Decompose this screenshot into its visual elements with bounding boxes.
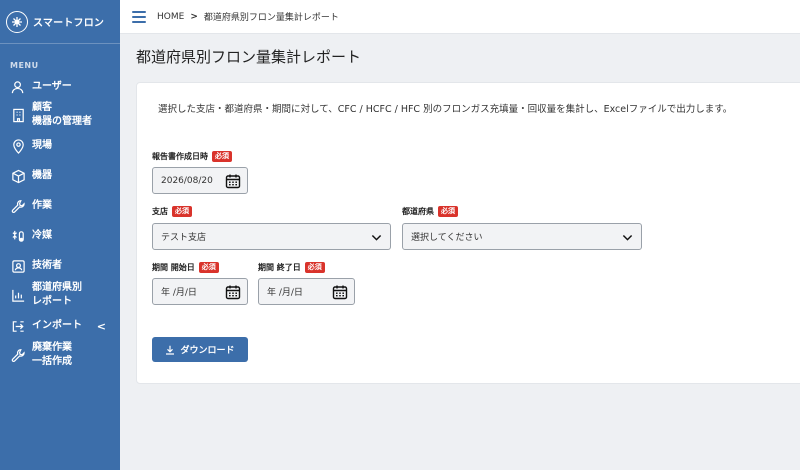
field-label-text: 報告書作成日時 xyxy=(152,152,208,161)
end-date-label: 期間 終了日 必須 xyxy=(258,262,325,273)
id-card-icon xyxy=(10,258,26,274)
sidebar-item-label: 技術者 xyxy=(32,260,62,271)
chevron-right-icon: > xyxy=(190,11,198,22)
field-label-text: 支店 xyxy=(152,207,168,216)
sidebar-item-sites[interactable]: 現場 xyxy=(0,138,120,154)
building-icon xyxy=(10,107,26,123)
sidebar-item-customers[interactable]: 顧客 機器の管理者 xyxy=(0,101,120,129)
sidebar-item-equipment[interactable]: 機器 xyxy=(0,168,120,184)
calendar-icon[interactable] xyxy=(225,284,241,300)
breadcrumb-current: 都道府県別フロン量集計レポート xyxy=(203,13,339,23)
user-icon xyxy=(10,79,26,95)
refrigerant-icon xyxy=(10,228,26,244)
sidebar-item-label: 顧客 機器の管理者 xyxy=(32,102,92,127)
sidebar-item-users[interactable]: ユーザー xyxy=(0,79,120,95)
bar-chart-icon xyxy=(10,287,26,303)
sidebar-item-technicians[interactable]: 技術者 xyxy=(0,258,120,274)
sidebar-item-import[interactable]: インポート < xyxy=(0,318,120,334)
brand[interactable]: スマートフロン xyxy=(0,0,120,44)
box-icon xyxy=(10,168,26,184)
sidebar-item-label: ユーザー xyxy=(32,81,72,92)
report-date-input[interactable]: 2026/08/20 xyxy=(152,167,248,194)
sidebar-item-label: 現場 xyxy=(32,140,52,151)
page-title: 都道府県別フロン量集計レポート xyxy=(136,48,362,66)
branch-select[interactable]: テスト支店 xyxy=(152,223,391,250)
required-badge: 必須 xyxy=(198,262,219,273)
breadcrumb-home[interactable]: HOME xyxy=(157,12,184,22)
branch-label: 支店 必須 xyxy=(152,206,192,217)
hamburger-menu-icon[interactable] xyxy=(132,10,146,23)
intro-text: 選択した支店・都道府県・期間に対して、CFC / HCFC / HFC 別のフロ… xyxy=(158,104,733,115)
brand-name: スマートフロン xyxy=(33,18,105,29)
sidebar-item-label: 廃棄作業 一括作成 xyxy=(32,342,72,367)
chevron-down-icon xyxy=(622,234,633,241)
required-badge: 必須 xyxy=(304,262,325,273)
import-icon xyxy=(10,318,26,334)
field-label-text: 期間 終了日 xyxy=(258,263,301,272)
start-date-input[interactable]: 年 /月/日 xyxy=(152,278,248,305)
download-button-label: ダウンロード xyxy=(180,346,235,356)
required-badge: 必須 xyxy=(212,151,232,162)
report-date-label: 報告書作成日時 必須 xyxy=(152,151,232,162)
location-pin-icon xyxy=(10,138,26,154)
wrench-icon xyxy=(10,198,26,214)
start-date-label: 期間 開始日 必須 xyxy=(152,262,219,273)
chevron-left-icon[interactable]: < xyxy=(97,320,106,333)
sidebar-item-label: インポート xyxy=(32,320,82,331)
breadcrumb: HOME > 都道府県別フロン量集計レポート xyxy=(146,10,339,24)
calendar-icon[interactable] xyxy=(225,173,241,189)
required-badge: 必須 xyxy=(438,206,458,217)
sidebar-item-label: 機器 xyxy=(32,170,52,181)
sidebar-item-prefecture-report[interactable]: 都道府県別 レポート xyxy=(0,281,120,309)
brand-logo-icon xyxy=(6,10,28,33)
calendar-icon[interactable] xyxy=(332,284,348,300)
sidebar-item-work[interactable]: 作業 xyxy=(0,198,120,214)
sidebar: スマートフロン MENU ユーザー 顧客 機器の管理者 現場 機器 作業 冷媒 … xyxy=(0,0,120,470)
prefecture-label: 都道府県 必須 xyxy=(402,206,458,217)
sidebar-item-bulk-disposal[interactable]: 廃棄作業 一括作成 xyxy=(0,341,120,369)
field-label-text: 都道府県 xyxy=(402,207,434,216)
prefecture-select[interactable]: 選択してください xyxy=(402,223,642,250)
required-badge: 必須 xyxy=(172,206,192,217)
download-button[interactable]: ダウンロード xyxy=(152,337,248,362)
topbar: HOME > 都道府県別フロン量集計レポート xyxy=(120,0,800,34)
sidebar-item-label: 都道府県別 レポート xyxy=(32,282,82,307)
field-label-text: 期間 開始日 xyxy=(152,263,195,272)
start-date-placeholder: 年 /月/日 xyxy=(161,288,197,298)
menu-heading: MENU xyxy=(10,61,39,70)
chevron-down-icon xyxy=(371,234,382,241)
branch-selected-value: テスト支店 xyxy=(161,233,207,243)
sidebar-item-label: 作業 xyxy=(32,200,52,211)
prefecture-selected-value: 選択してください xyxy=(411,233,483,243)
download-icon xyxy=(166,345,175,355)
end-date-placeholder: 年 /月/日 xyxy=(267,288,303,298)
sidebar-item-refrigerant[interactable]: 冷媒 xyxy=(0,228,120,244)
end-date-input[interactable]: 年 /月/日 xyxy=(258,278,355,305)
sidebar-item-label: 冷媒 xyxy=(32,230,52,241)
wrench-icon xyxy=(10,347,26,363)
report-date-value: 2026/08/20 xyxy=(161,175,213,186)
